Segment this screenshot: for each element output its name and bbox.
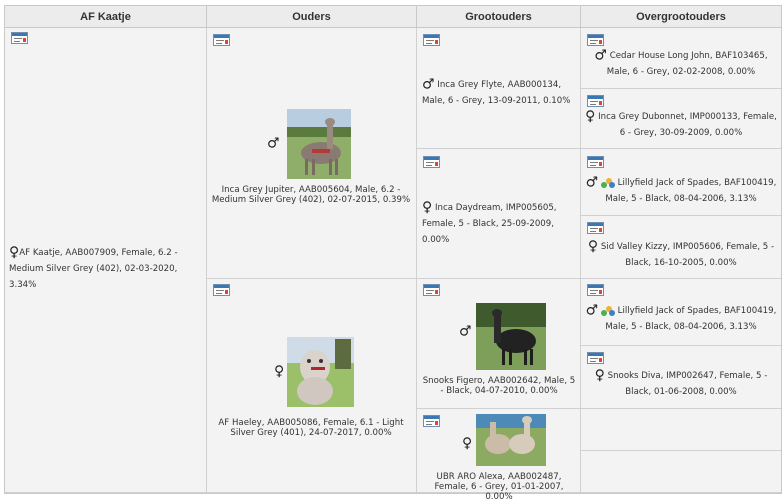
grandparent-text-2[interactable]: Inca Daydream, IMP005605, Female, 5 - Bl… [422, 203, 557, 245]
grandparent-photo-4[interactable] [476, 414, 546, 466]
parent-dam-cell: ♀ AF Haeley, AAB005086, Female, 6.1 - Li… [207, 279, 417, 493]
header-great-grandparents: Overgrootouders [581, 6, 781, 28]
male-icon: ♂ [459, 323, 472, 340]
great-grandparent-cell-empty-1 [581, 409, 781, 451]
grandparent-text-3[interactable]: Snooks Figero, AAB002642, Male, 5 - Blac… [421, 376, 577, 396]
great-grandparent-text-5[interactable]: Lillyfield Jack of Spades, BAF100419, Ma… [605, 306, 776, 332]
grandparent-entry-1: ♂ Inca Grey Flyte, AAB000134, Male, 6 - … [422, 77, 578, 109]
male-icon: ♂ [585, 174, 599, 191]
color-swatch-icon [600, 305, 615, 316]
great-grandparent-entry-1: ♂ Cedar House Long John, BAF103465, Male… [585, 48, 777, 80]
grandparent-cell-3: ♂ Snooks Figero, AAB002642, Male, 5 - Bl… [417, 279, 581, 409]
animal-card-icon[interactable] [423, 415, 440, 427]
grandparent-cell-1: ♂ Inca Grey Flyte, AAB000134, Male, 6 - … [417, 28, 581, 149]
grandparent-photo-3[interactable] [476, 303, 546, 370]
great-grandparent-cell-3: ♂ Lillyfield Jack of Spades, BAF100419, … [581, 149, 781, 216]
animal-card-icon[interactable] [587, 222, 604, 234]
grandparent-entry-2: ♀ Inca Daydream, IMP005605, Female, 5 - … [422, 200, 578, 248]
sire-photo[interactable] [287, 109, 351, 179]
great-grandparent-cell-5: ♂ Lillyfield Jack of Spades, BAF100419, … [581, 279, 781, 346]
header-grandparents: Grootouders [417, 6, 581, 28]
grandparent-text-4[interactable]: UBR ARO Alexa, AAB002487, Female, 6 - Gr… [421, 472, 577, 502]
female-icon: ♀ [594, 367, 605, 384]
header-parents: Ouders [207, 6, 417, 28]
animal-card-icon[interactable] [423, 156, 440, 168]
animal-card-icon[interactable] [587, 284, 604, 296]
great-grandparent-text-6[interactable]: Snooks Diva, IMP002647, Female, 5 - Blac… [608, 371, 768, 397]
grandparent-cell-4: ♀ UBR ARO Alexa, AAB002487, Female, 6 - … [417, 409, 581, 502]
color-swatch-icon [600, 177, 615, 188]
sire-text[interactable]: Inca Grey Jupiter, AAB005604, Male, 6.2 … [211, 185, 411, 205]
animal-card-icon[interactable] [587, 156, 604, 168]
male-icon: ♂ [422, 76, 435, 93]
sire-sex: ♂ [267, 136, 280, 152]
great-grandparent-entry-6: ♀ Snooks Diva, IMP002647, Female, 5 - Bl… [585, 368, 777, 400]
subject-entry: ♀AF Kaatje, AAB007909, Female, 6.2 - Med… [9, 245, 205, 293]
animal-card-icon[interactable] [423, 34, 440, 46]
great-grandparent-cell-6: ♀ Snooks Diva, IMP002647, Female, 5 - Bl… [581, 346, 781, 409]
great-grandparent-cell-empty-2 [581, 451, 781, 493]
great-grandparent-text-3[interactable]: Lillyfield Jack of Spades, BAF100419, Ma… [605, 178, 776, 204]
header-subject: AF Kaatje [5, 6, 207, 28]
animal-card-icon[interactable] [587, 95, 604, 107]
parent-sire-cell: ♂ Inca Grey Jupiter, AAB005604, Male, 6.… [207, 28, 417, 279]
grandparent-cell-2: ♀ Inca Daydream, IMP005605, Female, 5 - … [417, 149, 581, 279]
great-grandparent-text-1[interactable]: Cedar House Long John, BAF103465, Male, … [607, 51, 768, 77]
male-icon: ♂ [267, 135, 280, 152]
dam-text[interactable]: AF Haeley, AAB005086, Female, 6.1 - Ligh… [211, 418, 411, 438]
great-grandparent-cell-4: ♀ Sid Valley Kizzy, IMP005606, Female, 5… [581, 216, 781, 279]
great-grandparent-entry-2: ♀ Inca Grey Dubonnet, IMP000133, Female,… [585, 109, 777, 141]
female-icon: ♀ [585, 108, 596, 125]
female-icon: ♀ [422, 199, 433, 216]
female-icon: ♀ [9, 244, 20, 261]
great-grandparent-entry-3: ♂ Lillyfield Jack of Spades, BAF100419, … [585, 175, 777, 207]
animal-card-icon[interactable] [587, 352, 604, 364]
great-grandparent-cell-1: ♂ Cedar House Long John, BAF103465, Male… [581, 28, 781, 89]
great-grandparent-entry-5: ♂ Lillyfield Jack of Spades, BAF100419, … [585, 303, 777, 335]
female-icon: ♀ [587, 238, 599, 255]
male-icon: ♂ [594, 47, 607, 64]
animal-card-icon[interactable] [213, 284, 230, 296]
animal-card-icon[interactable] [213, 34, 230, 46]
grandparent-sex-3: ♂ [459, 324, 472, 340]
subject-cell: ♀AF Kaatje, AAB007909, Female, 6.2 - Med… [5, 28, 207, 493]
dam-sex: ♀ [274, 364, 284, 380]
great-grandparent-entry-4: ♀ Sid Valley Kizzy, IMP005606, Female, 5… [585, 239, 777, 271]
male-icon: ♂ [585, 302, 599, 319]
animal-card-icon[interactable] [587, 34, 604, 46]
dam-photo[interactable] [287, 337, 354, 407]
female-icon: ♀ [274, 363, 285, 380]
animal-card-icon[interactable] [423, 284, 440, 296]
animal-card-icon[interactable] [11, 32, 28, 44]
great-grandparent-text-4[interactable]: Sid Valley Kizzy, IMP005606, Female, 5 -… [601, 242, 774, 268]
great-grandparent-text-2[interactable]: Inca Grey Dubonnet, IMP000133, Female, 6… [598, 112, 777, 138]
female-icon: ♀ [462, 435, 473, 452]
pedigree-table: AF Kaatje Ouders Grootouders Overgrootou… [4, 5, 782, 502]
great-grandparent-cell-2: ♀ Inca Grey Dubonnet, IMP000133, Female,… [581, 89, 781, 149]
grandparent-sex-4: ♀ [462, 436, 472, 452]
subject-text[interactable]: AF Kaatje, AAB007909, Female, 6.2 - Medi… [9, 248, 178, 290]
grandparent-text-1[interactable]: Inca Grey Flyte, AAB000134, Male, 6 - Gr… [422, 80, 570, 106]
